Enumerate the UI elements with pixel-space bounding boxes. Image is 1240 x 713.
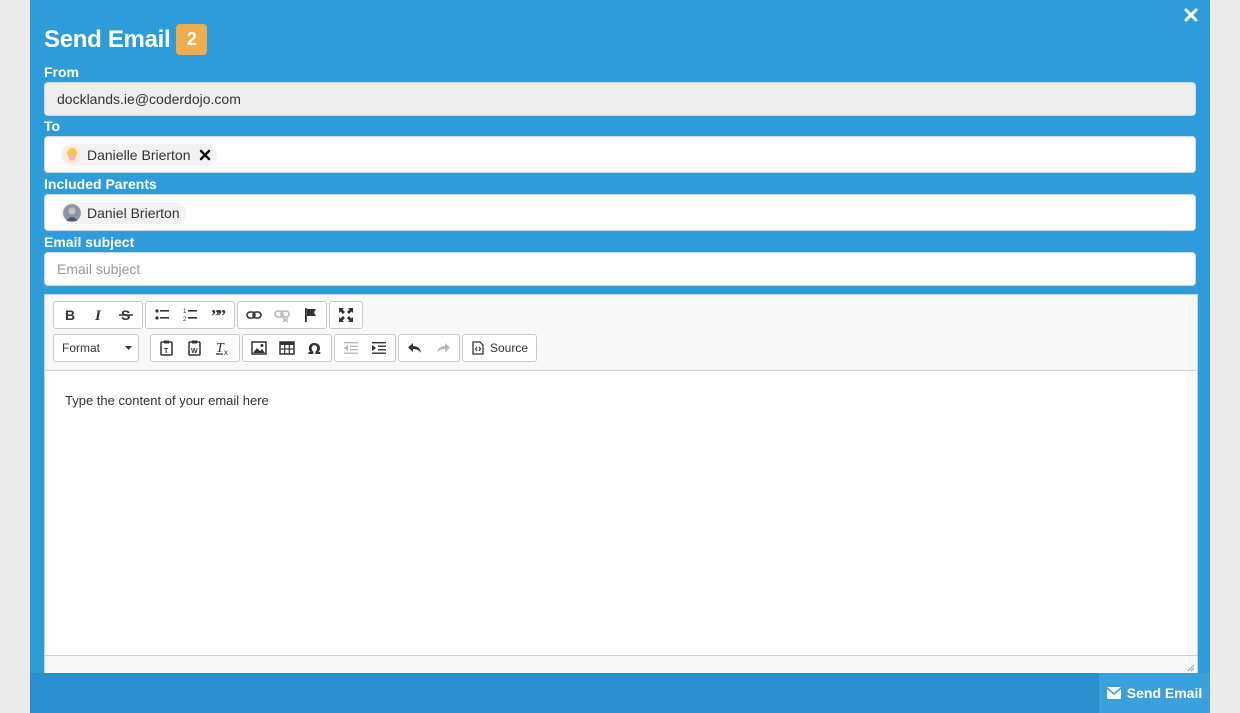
subject-field	[44, 252, 1196, 286]
editor-toolbar: B I S 12 ”” Format T W T x Ω Source	[45, 295, 1197, 371]
from-value: docklands.ie@coderdojo.com	[57, 91, 241, 107]
strikethrough-icon: S	[119, 307, 133, 323]
send-email-button[interactable]: Send Email	[1099, 673, 1210, 713]
parents-label: Included Parents	[44, 176, 157, 192]
undo-button[interactable]	[401, 336, 429, 360]
numbered-list-icon: 12	[183, 309, 197, 323]
modal-header: Send Email 2	[44, 24, 208, 55]
quote-icon: ””	[211, 307, 226, 323]
italic-button[interactable]: I	[84, 303, 112, 327]
link-icon	[246, 311, 262, 319]
send-email-label: Send Email	[1126, 685, 1203, 701]
outdent-button[interactable]	[337, 336, 365, 360]
basic-styles-group: B I S	[53, 301, 143, 329]
maximize-button[interactable]	[332, 303, 360, 327]
remove-recipient-button[interactable]	[199, 149, 211, 161]
from-field: docklands.ie@coderdojo.com	[44, 82, 1196, 116]
parent-chip: Daniel Brierton	[61, 201, 186, 224]
table-icon	[279, 341, 295, 355]
source-button[interactable]: Source	[465, 336, 534, 360]
maximize-icon	[339, 308, 353, 322]
modal-title: Send Email	[44, 25, 171, 53]
format-group: Format	[53, 334, 139, 362]
svg-text:2: 2	[183, 317, 187, 323]
source-group: Source	[462, 334, 538, 362]
subject-input[interactable]	[57, 261, 1195, 277]
redo-button[interactable]	[429, 336, 457, 360]
remove-format-button[interactable]: Tx	[209, 336, 237, 360]
unlink-button[interactable]	[268, 303, 296, 327]
flag-icon	[305, 308, 316, 322]
paste-word-icon: W	[188, 340, 201, 356]
resize-handle-icon[interactable]	[1187, 664, 1195, 672]
outdent-icon	[344, 342, 358, 354]
link-button[interactable]	[240, 303, 268, 327]
bold-icon: B	[65, 307, 75, 323]
list-group: 12 ””	[145, 301, 235, 329]
special-character-button[interactable]: Ω	[301, 336, 329, 360]
paste-text-button[interactable]: T	[153, 336, 181, 360]
parents-field: Daniel Brierton	[44, 194, 1196, 231]
italic-icon: I	[94, 308, 102, 323]
remove-format-icon: Tx	[216, 341, 228, 356]
anchor-button[interactable]	[296, 303, 324, 327]
blockquote-button[interactable]: ””	[204, 303, 232, 327]
undo-icon	[408, 343, 421, 353]
bold-button[interactable]: B	[56, 303, 84, 327]
recipient-count-badge: 2	[176, 24, 208, 55]
tools-group	[329, 301, 363, 329]
link-group	[237, 301, 327, 329]
unlink-icon	[274, 310, 290, 323]
format-label: Format	[62, 341, 101, 355]
envelope-icon	[1106, 687, 1121, 699]
avatar	[63, 203, 81, 222]
insert-group: Ω	[242, 334, 332, 362]
avatar	[63, 145, 81, 164]
source-code-icon	[472, 341, 484, 355]
paste-text-icon: T	[160, 340, 173, 356]
bulleted-list-icon	[155, 309, 169, 320]
to-label: To	[44, 118, 61, 134]
omega-icon: Ω	[308, 340, 321, 356]
clipboard-group: T W Tx	[150, 334, 240, 362]
email-body-editor[interactable]: Type the content of your email here	[45, 372, 1197, 657]
from-label: From	[44, 64, 79, 80]
redo-icon	[437, 343, 450, 353]
recipient-name: Danielle Brierton	[87, 146, 191, 163]
svg-text:1: 1	[183, 309, 187, 315]
insert-image-button[interactable]	[245, 336, 273, 360]
image-icon	[251, 341, 267, 355]
parent-name: Daniel Brierton	[87, 204, 180, 221]
insert-table-button[interactable]	[273, 336, 301, 360]
svg-text:T: T	[164, 348, 169, 355]
chevron-down-icon	[125, 346, 132, 350]
svg-text:B: B	[65, 307, 75, 323]
bulleted-list-button[interactable]	[148, 303, 176, 327]
svg-text:I: I	[94, 308, 102, 323]
numbered-list-button[interactable]: 12	[176, 303, 204, 327]
indent-group	[334, 334, 396, 362]
recipient-chip: Danielle Brierton	[61, 143, 217, 166]
editor-status-bar	[45, 655, 1197, 673]
format-select[interactable]: Format	[54, 336, 138, 360]
svg-text:”: ”	[217, 307, 226, 323]
source-label: Source	[490, 341, 529, 355]
email-body-text: Type the content of your email here	[65, 393, 269, 408]
rich-text-editor: B I S 12 ”” Format T W T x Ω Source Type…	[44, 294, 1198, 674]
close-icon	[1184, 8, 1198, 22]
close-button[interactable]	[1182, 6, 1200, 24]
svg-text:x: x	[224, 348, 228, 356]
paste-word-button[interactable]: W	[181, 336, 209, 360]
svg-text:Ω: Ω	[308, 340, 321, 356]
indent-button[interactable]	[365, 336, 393, 360]
send-email-modal: Send Email 2 From docklands.ie@coderdojo…	[30, 0, 1210, 713]
strikethrough-button[interactable]: S	[112, 303, 140, 327]
svg-text:W: W	[191, 348, 198, 355]
close-icon	[199, 149, 210, 160]
modal-footer: Send Email	[30, 673, 1210, 713]
subject-label: Email subject	[44, 234, 135, 250]
undo-group	[398, 334, 460, 362]
to-field[interactable]: Danielle Brierton	[44, 136, 1196, 173]
indent-icon	[372, 342, 386, 354]
